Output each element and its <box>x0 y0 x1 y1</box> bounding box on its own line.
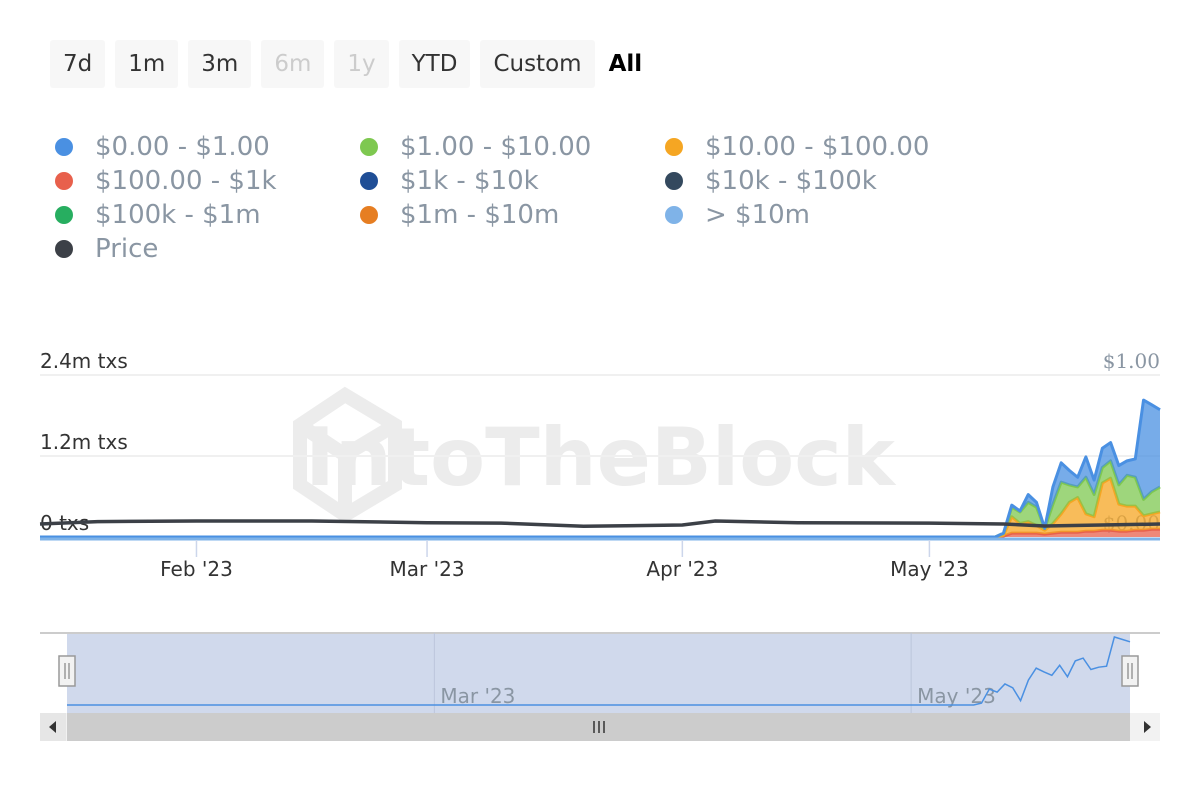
navigator-handle-right[interactable] <box>1121 655 1139 687</box>
y-tick-label: 1.2m txs <box>40 430 128 454</box>
y-right-tick-label: $1.00 <box>1103 349 1160 373</box>
price-line <box>39 519 1161 529</box>
x-tick-label: May '23 <box>890 557 969 581</box>
x-tick-label: Mar '23 <box>390 557 465 581</box>
x-tick-label: Feb '23 <box>160 557 233 581</box>
scroll-left-button[interactable] <box>40 713 66 741</box>
scrollbar[interactable] <box>40 713 1160 741</box>
y-tick-label: 2.4m txs <box>40 349 128 373</box>
x-tick-label: Apr '23 <box>646 557 718 581</box>
scroll-right-button[interactable] <box>1133 713 1159 741</box>
chart: IntoTheBlock 0 txs1.2m txs2.4m txs$0.00$… <box>39 349 1161 741</box>
navigator-handle-left[interactable] <box>58 655 76 687</box>
